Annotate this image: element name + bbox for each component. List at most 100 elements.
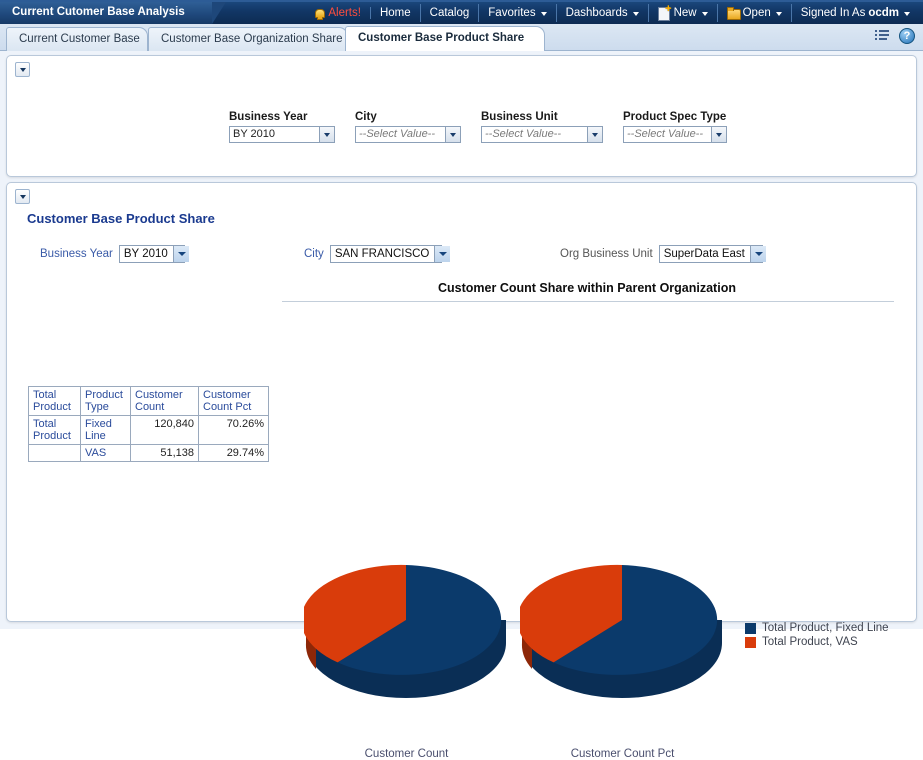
prompt-label: Business Year bbox=[229, 111, 335, 123]
prompt-city: City --Select Value-- bbox=[355, 111, 461, 143]
tab-toolbar: ? bbox=[875, 28, 915, 44]
global-nav: Alerts! Home Catalog Favorites Dashboard… bbox=[314, 2, 919, 24]
alerts-link[interactable]: Alerts! bbox=[314, 7, 371, 19]
chevron-down-icon[interactable] bbox=[711, 127, 726, 142]
cell-product-type: Fixed Line bbox=[81, 416, 131, 445]
prompt-label: Org Business Unit bbox=[560, 248, 653, 260]
chevron-down-icon bbox=[541, 12, 547, 16]
chevron-down-icon bbox=[20, 195, 26, 199]
report-title: Customer Base Product Share bbox=[27, 211, 215, 226]
pie-svg bbox=[520, 543, 725, 698]
tab-label: Current Customer Base bbox=[19, 33, 140, 45]
pie-top-face bbox=[520, 565, 717, 675]
report-city-select[interactable]: SAN FRANCISCO bbox=[330, 245, 442, 263]
help-icon[interactable]: ? bbox=[899, 28, 915, 44]
nav-label-favorites: Favorites bbox=[488, 7, 535, 19]
tab-current-customer-base[interactable]: Current Customer Base bbox=[6, 27, 148, 51]
prompt-label: Product Spec Type bbox=[623, 111, 727, 123]
report-org-business-unit-select[interactable]: SuperData East bbox=[659, 245, 763, 263]
prompt-business-year: Business Year BY 2010 bbox=[229, 111, 335, 143]
prompt-label: City bbox=[355, 111, 461, 123]
table-row: Total Product Fixed Line 120,840 70.26% bbox=[29, 416, 269, 445]
city-select[interactable]: --Select Value-- bbox=[355, 126, 461, 143]
chevron-down-icon bbox=[776, 12, 782, 16]
pie-caption: Customer Count Pct bbox=[520, 748, 725, 760]
cell-customer-count-pct: 29.74% bbox=[199, 445, 269, 462]
prompt-label: Business Year bbox=[40, 248, 113, 260]
cell-customer-count: 51,138 bbox=[131, 445, 199, 462]
chevron-down-icon[interactable] bbox=[173, 246, 189, 262]
report-prompt-city: City SAN FRANCISCO bbox=[304, 245, 442, 263]
filter-panel: Business Year BY 2010 City --Select Valu… bbox=[6, 55, 917, 177]
new-document-icon bbox=[658, 7, 671, 19]
select-value: SuperData East bbox=[664, 246, 750, 262]
cell-total-product: Total Product bbox=[29, 416, 81, 445]
signed-in-label: Signed In As bbox=[801, 7, 866, 19]
pie-chart-customer-count-pct: Customer Count Pct bbox=[520, 543, 725, 701]
chevron-down-icon bbox=[633, 12, 639, 16]
tab-customer-base-product-share[interactable]: Customer Base Product Share bbox=[345, 26, 545, 51]
select-value: --Select Value-- bbox=[485, 127, 561, 142]
chevron-down-icon[interactable] bbox=[434, 246, 450, 262]
pie-caption: Customer Count bbox=[304, 748, 509, 760]
pie-svg bbox=[304, 543, 509, 698]
open-folder-icon bbox=[727, 7, 740, 19]
dashboard-title: Current Cutomer Base Analysis bbox=[12, 6, 185, 18]
nav-label-catalog: Catalog bbox=[430, 7, 470, 19]
customer-share-table: Total Product Product Type Customer Coun… bbox=[28, 386, 269, 462]
column-header-customer-count: Customer Count bbox=[131, 387, 199, 416]
nav-label-dashboards: Dashboards bbox=[566, 7, 628, 19]
business-year-select[interactable]: BY 2010 bbox=[229, 126, 335, 143]
pie-top-face bbox=[304, 565, 501, 675]
filter-panel-collapse-button[interactable] bbox=[15, 62, 30, 77]
chevron-down-icon[interactable] bbox=[587, 127, 602, 142]
legend-item-fixed-line: Total Product, Fixed Line bbox=[745, 621, 889, 635]
chevron-down-icon bbox=[702, 12, 708, 16]
nav-item-open[interactable]: Open bbox=[718, 4, 792, 22]
select-value: SAN FRANCISCO bbox=[335, 246, 435, 262]
nav-item-home[interactable]: Home bbox=[371, 4, 421, 22]
filter-prompt-row: Business Year BY 2010 City --Select Valu… bbox=[229, 111, 747, 143]
chart-legend: Total Product, Fixed Line Total Product,… bbox=[745, 621, 889, 649]
dashboard-page-tabs: Current Customer Base Customer Base Orga… bbox=[0, 24, 923, 51]
chevron-down-icon bbox=[904, 12, 910, 16]
chart-title-divider bbox=[282, 301, 894, 302]
select-value: --Select Value-- bbox=[627, 127, 703, 142]
prompt-business-unit: Business Unit --Select Value-- bbox=[481, 111, 603, 143]
legend-swatch bbox=[745, 637, 756, 648]
chevron-down-icon bbox=[20, 68, 26, 72]
column-header-product-type: Product Type bbox=[81, 387, 131, 416]
nav-item-new[interactable]: New bbox=[649, 4, 718, 22]
prompt-label: City bbox=[304, 248, 324, 260]
global-header: Current Cutomer Base Analysis Alerts! Ho… bbox=[0, 0, 923, 24]
cell-customer-count-pct: 70.26% bbox=[199, 416, 269, 445]
report-prompt-org-business-unit: Org Business Unit SuperData East bbox=[560, 245, 763, 263]
business-unit-select[interactable]: --Select Value-- bbox=[481, 126, 603, 143]
select-value: BY 2010 bbox=[124, 246, 173, 262]
tab-label: Customer Base Organization Share bbox=[161, 33, 343, 45]
column-header-total-product: Total Product bbox=[29, 387, 81, 416]
page-options-icon[interactable] bbox=[875, 28, 891, 44]
chevron-down-icon[interactable] bbox=[319, 127, 334, 142]
select-value: --Select Value-- bbox=[359, 127, 435, 142]
legend-label: Total Product, VAS bbox=[762, 636, 858, 648]
nav-label-new: New bbox=[674, 7, 697, 19]
table-header-row: Total Product Product Type Customer Coun… bbox=[29, 387, 269, 416]
report-panel-collapse-button[interactable] bbox=[15, 189, 30, 204]
chevron-down-icon[interactable] bbox=[445, 127, 460, 142]
signed-in-user: ocdm bbox=[868, 7, 899, 19]
column-header-customer-count-pct: Customer Count Pct bbox=[199, 387, 269, 416]
prompt-product-spec-type: Product Spec Type --Select Value-- bbox=[623, 111, 727, 143]
legend-label: Total Product, Fixed Line bbox=[762, 622, 889, 634]
tab-customer-base-organization-share[interactable]: Customer Base Organization Share bbox=[148, 27, 348, 51]
nav-item-catalog[interactable]: Catalog bbox=[421, 4, 480, 22]
alerts-label: Alerts! bbox=[328, 7, 361, 19]
report-panel: Customer Base Product Share Business Yea… bbox=[6, 182, 917, 622]
bell-icon bbox=[314, 8, 324, 19]
signed-in-menu[interactable]: Signed In As ocdm bbox=[792, 4, 919, 22]
nav-item-dashboards[interactable]: Dashboards bbox=[557, 4, 649, 22]
product-spec-type-select[interactable]: --Select Value-- bbox=[623, 126, 727, 143]
report-business-year-select[interactable]: BY 2010 bbox=[119, 245, 185, 263]
nav-item-favorites[interactable]: Favorites bbox=[479, 4, 556, 22]
chevron-down-icon[interactable] bbox=[750, 246, 766, 262]
